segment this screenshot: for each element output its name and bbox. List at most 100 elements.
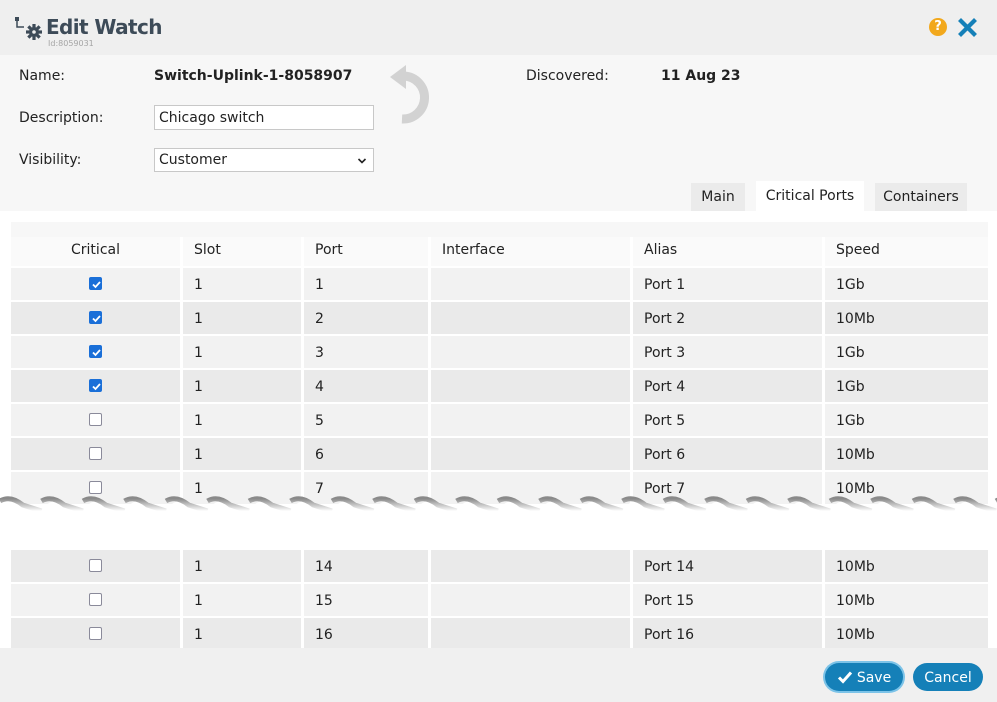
- cell-slot: 1: [183, 618, 304, 648]
- critical-checkbox[interactable]: [89, 627, 102, 640]
- critical-checkbox[interactable]: [89, 311, 102, 324]
- tab-containers[interactable]: Containers: [875, 183, 967, 211]
- cell-critical: [11, 302, 183, 336]
- description-label: Description:: [19, 110, 104, 126]
- cell-slot: 1: [183, 336, 304, 370]
- cell-alias: Port 3: [633, 336, 825, 370]
- table-row: 1 16 Port 16 10Mb: [11, 618, 988, 648]
- cell-slot: 1: [183, 550, 304, 584]
- cell-interface: [431, 584, 633, 618]
- critical-checkbox[interactable]: [89, 345, 102, 358]
- cell-speed: 1Gb: [825, 370, 988, 404]
- cell-critical: [11, 584, 183, 618]
- cell-interface: [431, 550, 633, 584]
- cell-interface: [431, 336, 633, 370]
- cell-critical: [11, 438, 183, 472]
- critical-checkbox[interactable]: [89, 593, 102, 606]
- cell-alias: Port 5: [633, 404, 825, 438]
- critical-ports-panel: Critical Slot Port Interface Alias Speed…: [0, 211, 997, 648]
- help-icon[interactable]: ?: [929, 18, 947, 36]
- table-row: 1 14 Port 14 10Mb: [11, 550, 988, 584]
- cell-slot: 1: [183, 268, 304, 302]
- table-row: 1 1 Port 1 1Gb: [11, 268, 988, 302]
- table-row: 1 5 Port 5 1Gb: [11, 404, 988, 438]
- cell-alias: Port 6: [633, 438, 825, 472]
- discovered-value: 11 Aug 23: [661, 68, 741, 84]
- description-input[interactable]: [154, 105, 374, 130]
- cell-critical: [11, 550, 183, 584]
- cell-alias: Port 14: [633, 550, 825, 584]
- close-icon[interactable]: [958, 18, 977, 37]
- watch-gear-icon: [15, 17, 42, 40]
- cell-alias: Port 15: [633, 584, 825, 618]
- cell-speed: 1Gb: [825, 336, 988, 370]
- visibility-select[interactable]: Customer: [154, 148, 374, 172]
- column-header-speed[interactable]: Speed: [825, 237, 988, 268]
- watch-id: Id:8059031: [48, 39, 94, 48]
- cell-slot: 1: [183, 404, 304, 438]
- column-header-alias[interactable]: Alias: [633, 237, 825, 268]
- critical-checkbox[interactable]: [89, 559, 102, 572]
- cell-port: 3: [304, 336, 431, 370]
- table-row: 1 4 Port 4 1Gb: [11, 370, 988, 404]
- table-body-bottom: 1 14 Port 14 10Mb 1 15 Port 15 10Mb 1 16 Port 16 10…: [11, 550, 988, 648]
- cell-port: 15: [304, 584, 431, 618]
- critical-checkbox[interactable]: [89, 413, 102, 426]
- critical-checkbox[interactable]: [89, 379, 102, 392]
- visibility-selected-value: Customer: [159, 152, 228, 168]
- cell-slot: 1: [183, 302, 304, 336]
- cell-speed: 10Mb: [825, 618, 988, 648]
- tab-main[interactable]: Main: [691, 183, 745, 211]
- cell-speed: 1Gb: [825, 404, 988, 438]
- cell-interface: [431, 268, 633, 302]
- cell-interface: [431, 438, 633, 472]
- cell-port: 4: [304, 370, 431, 404]
- save-button[interactable]: Save: [825, 663, 903, 691]
- tab-critical-ports[interactable]: Critical Ports: [756, 181, 864, 211]
- cancel-button[interactable]: Cancel: [913, 663, 983, 691]
- name-label: Name:: [19, 68, 66, 84]
- column-header-slot[interactable]: Slot: [183, 237, 304, 268]
- cell-interface: [431, 302, 633, 336]
- dialog-title: Edit Watch: [46, 15, 162, 39]
- cell-critical: [11, 618, 183, 648]
- table-row: 1 6 Port 6 10Mb: [11, 438, 988, 472]
- critical-checkbox[interactable]: [89, 447, 102, 460]
- save-label: Save: [856, 670, 892, 686]
- content-break-tear: [0, 496, 997, 536]
- cell-alias: Port 4: [633, 370, 825, 404]
- cell-speed: 10Mb: [825, 584, 988, 618]
- cell-port: 16: [304, 618, 431, 648]
- dialog-footer: Save Cancel: [0, 648, 997, 702]
- table-row: 1 3 Port 3 1Gb: [11, 336, 988, 370]
- cell-port: 6: [304, 438, 431, 472]
- cell-port: 5: [304, 404, 431, 438]
- cell-speed: 10Mb: [825, 550, 988, 584]
- cell-critical: [11, 370, 183, 404]
- cell-critical: [11, 268, 183, 302]
- critical-ports-table: Critical Slot Port Interface Alias Speed…: [11, 222, 988, 648]
- table-body-top: 1 1 Port 1 1Gb 1 2 Port 2 10Mb 1 3 Port 3 1Gb 1 4 Port…: [11, 268, 988, 506]
- undo-icon[interactable]: [388, 63, 434, 127]
- table-header-row: Critical Slot Port Interface Alias Speed: [11, 237, 988, 268]
- cell-slot: 1: [183, 438, 304, 472]
- cell-port: 2: [304, 302, 431, 336]
- discovered-label: Discovered:: [526, 68, 609, 84]
- title-bar: Edit Watch Id:8059031 ?: [0, 0, 997, 55]
- name-value: Switch-Uplink-1-8058907: [154, 68, 353, 84]
- chevron-down-icon: [357, 158, 367, 164]
- table-row: 1 2 Port 2 10Mb: [11, 302, 988, 336]
- critical-checkbox[interactable]: [89, 277, 102, 290]
- cell-interface: [431, 404, 633, 438]
- cell-port: 14: [304, 550, 431, 584]
- cell-interface: [431, 618, 633, 648]
- cell-port: 1: [304, 268, 431, 302]
- column-header-interface[interactable]: Interface: [431, 237, 633, 268]
- checkmark-icon: [837, 671, 852, 684]
- column-header-critical[interactable]: Critical: [11, 237, 183, 268]
- column-header-port[interactable]: Port: [304, 237, 431, 268]
- cell-alias: Port 16: [633, 618, 825, 648]
- cell-speed: 10Mb: [825, 302, 988, 336]
- table-header-padding: [11, 222, 988, 237]
- cell-alias: Port 2: [633, 302, 825, 336]
